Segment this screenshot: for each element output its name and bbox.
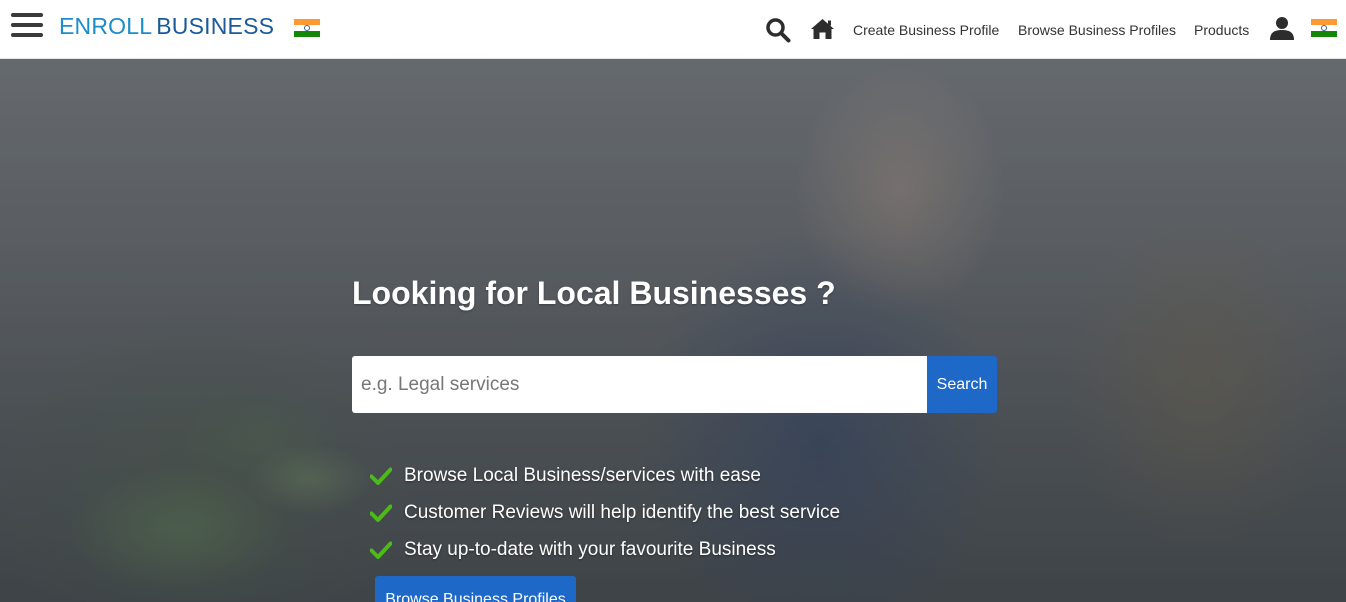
- brand-part-business: BUSINESS: [156, 13, 275, 39]
- check-icon: [370, 541, 392, 559]
- india-flag-icon[interactable]: [1311, 19, 1337, 37]
- nav-products[interactable]: Products: [1194, 22, 1249, 38]
- brand-part-enroll: ENROLL: [59, 13, 153, 39]
- brand-logo[interactable]: ENROLL BUSINESS: [59, 13, 274, 40]
- search-button[interactable]: Search: [927, 356, 997, 413]
- user-icon[interactable]: [1269, 16, 1295, 40]
- india-flag-icon: [294, 19, 320, 37]
- feature-item: Stay up-to-date with your favourite Busi…: [370, 531, 840, 568]
- home-icon[interactable]: [810, 18, 835, 40]
- feature-text: Browse Local Business/services with ease: [404, 464, 761, 486]
- hamburger-menu-icon[interactable]: [11, 13, 43, 41]
- feature-text: Customer Reviews will help identify the …: [404, 501, 841, 523]
- search-input[interactable]: [352, 356, 927, 413]
- check-icon: [370, 467, 392, 485]
- top-navbar: ENROLL BUSINESS Create Business Profile B…: [0, 0, 1346, 59]
- search-icon[interactable]: [765, 17, 791, 43]
- nav-create-business-profile[interactable]: Create Business Profile: [853, 22, 999, 38]
- hero-headline: Looking for Local Businesses ?: [352, 275, 836, 311]
- browse-business-profiles-button[interactable]: Browse Business Profiles: [375, 576, 576, 602]
- feature-list: Browse Local Business/services with ease…: [370, 457, 840, 568]
- hero-section: Looking for Local Businesses ? Search Br…: [0, 59, 1346, 602]
- check-icon: [370, 504, 392, 522]
- feature-text: Stay up-to-date with your favourite Busi…: [404, 538, 776, 560]
- nav-browse-business-profiles[interactable]: Browse Business Profiles: [1018, 22, 1176, 38]
- feature-item: Customer Reviews will help identify the …: [370, 494, 840, 531]
- feature-item: Browse Local Business/services with ease: [370, 457, 840, 494]
